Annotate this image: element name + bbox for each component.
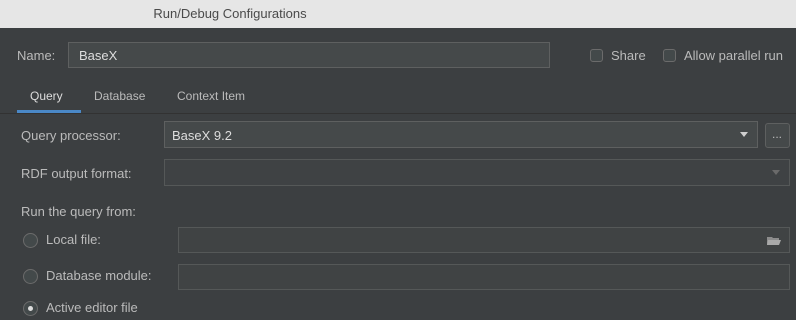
name-label: Name: xyxy=(17,48,56,63)
query-processor-label: Query processor: xyxy=(21,128,121,143)
active-editor-file-label: Active editor file xyxy=(46,300,138,315)
window-title: Run/Debug Configurations xyxy=(153,6,307,21)
run-query-from-label: Run the query from: xyxy=(21,204,136,219)
local-file-label: Local file: xyxy=(46,232,101,247)
query-processor-browse-button[interactable]: ... xyxy=(765,123,790,148)
tab-context-item[interactable]: Context Item xyxy=(177,89,245,103)
local-file-path-field[interactable] xyxy=(178,227,790,253)
rdf-output-format-label: RDF output format: xyxy=(21,166,132,181)
tab-database[interactable]: Database xyxy=(94,89,145,103)
allow-parallel-run-label: Allow parallel run xyxy=(684,48,783,63)
database-module-radio[interactable] xyxy=(23,269,38,284)
database-module-field[interactable] xyxy=(178,264,790,290)
allow-parallel-run-checkbox[interactable] xyxy=(663,49,676,62)
active-editor-file-radio[interactable] xyxy=(23,301,38,316)
database-module-label: Database module: xyxy=(46,268,152,283)
local-file-radio[interactable] xyxy=(23,233,38,248)
chevron-down-icon xyxy=(772,170,780,175)
tab-query[interactable]: Query xyxy=(30,89,63,103)
name-field[interactable]: BaseX xyxy=(68,42,550,68)
share-label: Share xyxy=(611,48,646,63)
folder-icon[interactable] xyxy=(767,236,781,246)
chevron-down-icon xyxy=(740,132,748,137)
tab-divider xyxy=(0,113,796,114)
share-checkbox[interactable] xyxy=(590,49,603,62)
rdf-output-format-dropdown[interactable] xyxy=(164,159,790,186)
browse-button-label: ... xyxy=(772,127,783,141)
name-value: BaseX xyxy=(79,48,118,63)
window-titlebar: Run/Debug Configurations xyxy=(0,0,796,28)
query-processor-value: BaseX 9.2 xyxy=(172,128,232,143)
query-processor-dropdown[interactable]: BaseX 9.2 xyxy=(164,121,758,148)
